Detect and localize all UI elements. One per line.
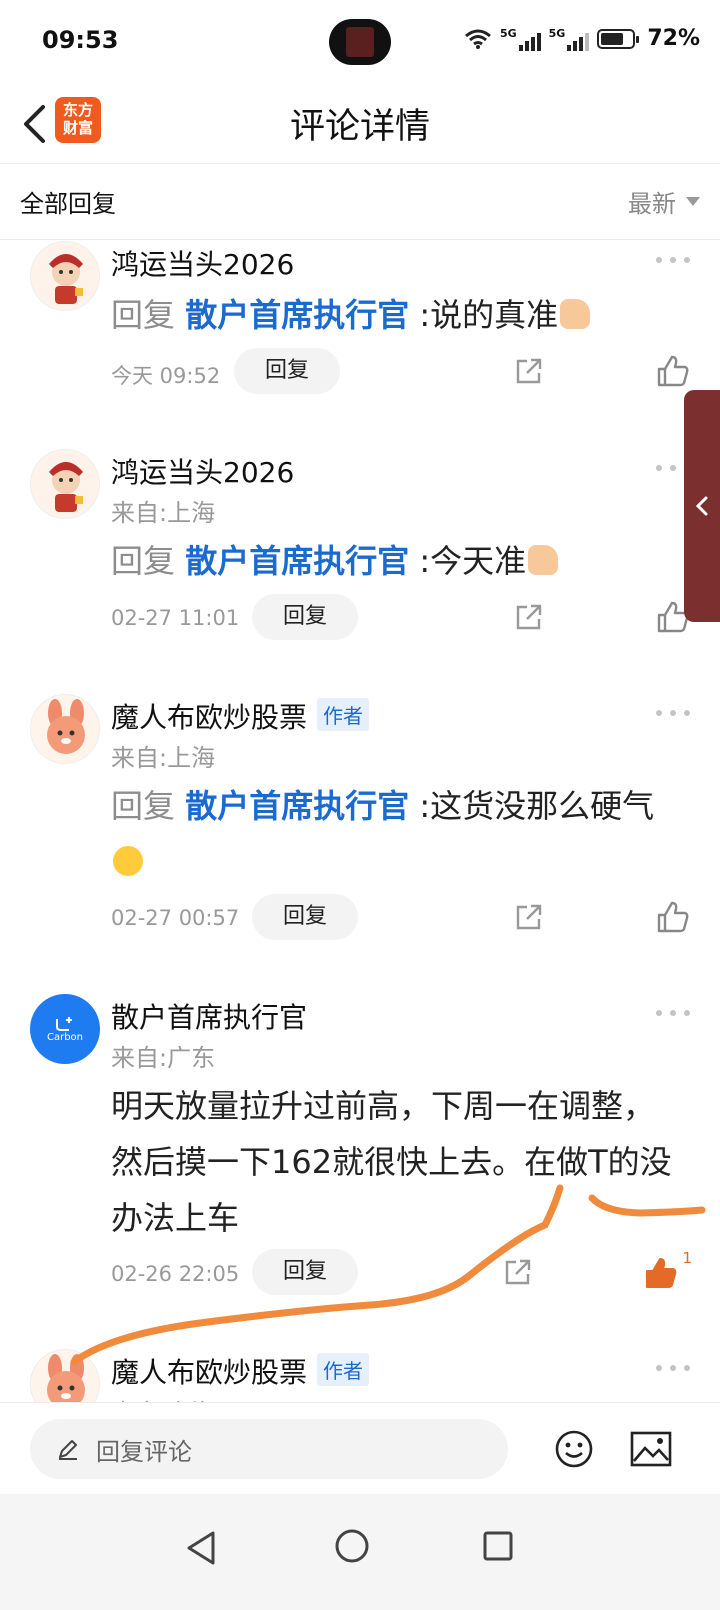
comment-item: Carbon 散户首席执行官 来自:广东 明天放量拉升过前高，下周一在调整，然后… <box>0 994 720 1334</box>
comment-time: 02-27 00:57 <box>111 906 240 930</box>
nav-bar: 东方 财富 评论详情 <box>0 84 720 164</box>
thumbs-up-emoji-icon <box>528 545 559 575</box>
brand-logo-icon <box>56 1016 72 1031</box>
separator: : <box>419 296 431 334</box>
battery-icon <box>597 28 640 49</box>
thumbs-up-icon[interactable] <box>656 354 690 388</box>
reply-prefix: 回复 <box>111 296 176 334</box>
pencil-icon <box>59 1440 77 1460</box>
mention-link[interactable]: 散户首席执行官 <box>185 542 409 580</box>
username[interactable]: 鸿运当头2026 <box>111 243 294 283</box>
mascot-avatar[interactable] <box>30 241 100 311</box>
like-count: 1 <box>682 1249 692 1267</box>
location-label: 来自:广东 <box>111 1044 216 1072</box>
more-options-icon[interactable] <box>656 257 690 267</box>
wifi-icon <box>464 29 491 49</box>
mention-link[interactable]: 散户首席执行官 <box>185 787 409 825</box>
status-icons: 5G 5G 72% <box>464 26 700 51</box>
battery-percent: 72% <box>647 26 700 51</box>
system-nav-bar <box>0 1494 720 1610</box>
system-back-icon[interactable] <box>185 1530 217 1566</box>
system-home-icon[interactable] <box>334 1528 370 1564</box>
reply-button[interactable]: 回复 <box>252 1249 358 1295</box>
comment-item: 鸿运当头2026 回复 散户首席执行官 :说的真准 今天 09:52 回复 <box>0 241 720 441</box>
network-type-2: 5G <box>548 26 566 40</box>
status-time: 09:53 <box>42 26 119 54</box>
location-label: 来自:上海 <box>111 499 216 527</box>
brand-avatar[interactable]: Carbon <box>30 994 100 1064</box>
username[interactable]: 鸿运当头2026 <box>111 451 294 491</box>
comment-text: 这货没那么硬气 <box>430 787 655 825</box>
share-icon[interactable] <box>513 355 545 387</box>
reply-input-placeholder: 回复评论 <box>96 1437 192 1466</box>
reply-prefix: 回复 <box>111 787 176 825</box>
sort-dropdown[interactable]: 最新 <box>628 184 700 219</box>
location-label: 来自:上海 <box>111 744 216 772</box>
emoji-icon[interactable] <box>554 1429 594 1469</box>
laughing-emoji-icon <box>113 846 143 876</box>
more-options-icon[interactable] <box>656 710 690 720</box>
username-text: 魔人布欧炒股票 <box>111 701 308 734</box>
reply-comment-input[interactable]: 回复评论 <box>30 1419 508 1479</box>
comment-content: 回复 散户首席执行官 :今天准 <box>111 533 676 589</box>
reply-prefix: 回复 <box>111 542 176 580</box>
system-recents-icon[interactable] <box>482 1530 514 1562</box>
chevron-left-icon <box>695 496 708 516</box>
share-icon[interactable] <box>502 1256 534 1288</box>
reply-button[interactable]: 回复 <box>252 894 358 940</box>
sort-label: 最新 <box>628 190 676 218</box>
page-title: 评论详情 <box>289 107 430 147</box>
filter-bar: 全部回复 最新 <box>0 164 720 240</box>
front-camera <box>329 19 391 65</box>
all-replies-label: 全部回复 <box>20 190 116 218</box>
mention-link[interactable]: 散户首席执行官 <box>185 296 409 334</box>
thumbs-up-emoji-icon <box>560 299 591 329</box>
status-bar: 09:53 5G 5G 72% <box>0 0 720 84</box>
comment-text: 明天放量拉升过前高，下周一在调整，然后摸一下162就很快上去。在做T的没办法上车 <box>111 1087 672 1237</box>
share-icon[interactable] <box>513 901 545 933</box>
mascot-avatar[interactable] <box>30 449 100 519</box>
thumbs-up-icon[interactable] <box>656 900 690 934</box>
comment-text: 说的真准 <box>430 296 559 334</box>
reply-button[interactable]: 回复 <box>234 348 340 394</box>
username[interactable]: 散户首席执行官 <box>111 996 307 1036</box>
signal-icon-2: 5G <box>549 27 590 51</box>
separator: : <box>419 787 431 825</box>
comment-input-bar: 回复评论 <box>0 1402 720 1494</box>
side-drawer-tab[interactable] <box>684 390 720 622</box>
thumbs-up-filled-icon[interactable] <box>644 1256 678 1290</box>
comment-text: 今天准 <box>430 542 527 580</box>
comment-list[interactable]: 鸿运当头2026 回复 散户首席执行官 :说的真准 今天 09:52 回复 鸿运… <box>0 241 720 1441</box>
more-options-icon[interactable] <box>656 1010 690 1020</box>
comment-content: 回复 散户首席执行官 :说的真准 <box>111 287 676 343</box>
username-text: 魔人布欧炒股票 <box>111 1356 308 1389</box>
comment-content: 回复 散户首席执行官 :这货没那么硬气 <box>111 778 676 890</box>
comment-content: 明天放量拉升过前高，下周一在调整，然后摸一下162就很快上去。在做T的没办法上车 <box>111 1078 676 1246</box>
rabbit-avatar[interactable] <box>30 694 100 764</box>
more-options-icon[interactable] <box>656 1365 690 1375</box>
signal-icon-1: 5G <box>500 27 541 51</box>
brand-avatar-text: Carbon <box>46 1031 84 1043</box>
image-icon[interactable] <box>630 1430 672 1468</box>
network-type-1: 5G <box>499 26 517 40</box>
separator: : <box>419 542 431 580</box>
reply-button[interactable]: 回复 <box>252 594 358 640</box>
comment-time: 今天 09:52 <box>111 364 221 388</box>
username[interactable]: 魔人布欧炒股票 作者 <box>111 1351 370 1391</box>
author-badge: 作者 <box>317 698 370 731</box>
caret-down-icon <box>686 197 700 206</box>
username[interactable]: 魔人布欧炒股票 作者 <box>111 696 370 736</box>
comment-item: 魔人布欧炒股票 作者 来自:上海 回复 散户首席执行官 :这货没那么硬气 02-2… <box>0 694 720 984</box>
author-badge: 作者 <box>317 1353 370 1386</box>
comment-time: 02-27 11:01 <box>111 606 240 630</box>
comment-item: 鸿运当头2026 来自:上海 回复 散户首席执行官 :今天准 02-27 11:… <box>0 449 720 679</box>
comment-time: 02-26 22:05 <box>111 1262 240 1286</box>
share-icon[interactable] <box>513 601 545 633</box>
